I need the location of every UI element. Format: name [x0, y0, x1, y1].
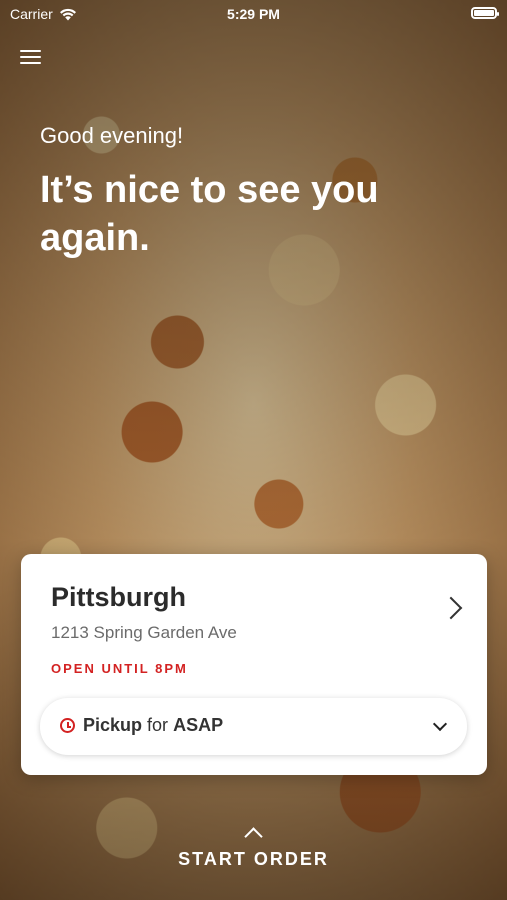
battery-icon [471, 7, 499, 19]
pickup-mode: Pickup [83, 715, 143, 735]
greeting-text: Good evening! [40, 123, 184, 148]
chevron-down-icon[interactable] [432, 716, 448, 732]
chevron-right-icon[interactable] [439, 596, 463, 620]
location-name: Pittsburgh [51, 582, 186, 612]
open-status: OPEN UNTIL 8PM [51, 661, 188, 676]
welcome-headline: It’s nice to see you again. [40, 169, 379, 259]
hamburger-menu-icon[interactable] [20, 48, 41, 66]
start-order-button[interactable]: START ORDER [0, 849, 507, 870]
pickup-time: ASAP [173, 715, 224, 735]
clock-icon [60, 718, 75, 733]
pickup-connector: for [147, 715, 169, 735]
location-address: 1213 Spring Garden Ave [51, 623, 237, 642]
status-bar: Carrier 5:29 PM [0, 0, 507, 30]
location-card[interactable]: Pittsburgh 1213 Spring Garden Ave OPEN U… [21, 554, 487, 775]
clock-time: 5:29 PM [227, 6, 280, 22]
pickup-label: Pickup for ASAP [83, 715, 223, 736]
pickup-time-selector[interactable]: Pickup for ASAP [40, 698, 467, 755]
